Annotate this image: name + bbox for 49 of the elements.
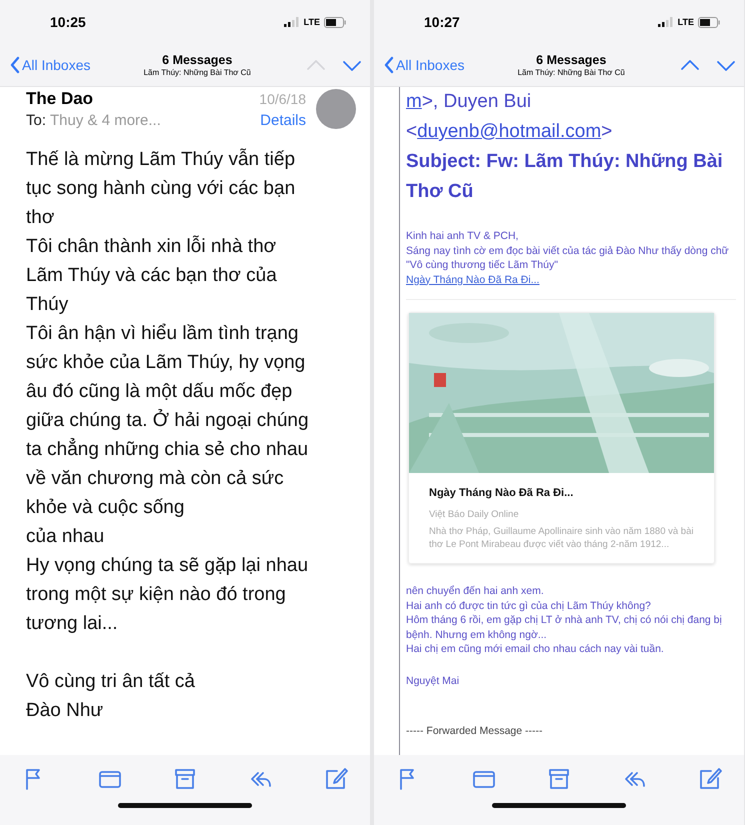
compose-button[interactable] — [324, 767, 348, 791]
email-link[interactable]: duyenb@hotmail.com — [417, 121, 602, 142]
email-text: nên chuyển đến hai anh xem. Hai anh có được tin tức gì của chị Lãm Thúy không? Hôm tháng 6 rồi, em gặp chị LT ở nhà anh TV, chị có nói chị đang bị bệnh. Nhưng em không ngờ... Hai chị em cũng mới email cho nhau cách nay vài tuần. — [406, 584, 723, 656]
archive-button[interactable] — [173, 767, 197, 791]
subject-line: Subject: Fw: Lãm Thúy: Những Bài Thơ Cũ — [406, 150, 724, 204]
preview-title: Ngày Tháng Nào Đã Ra Đi... — [429, 487, 574, 499]
sender-name: The Dao — [26, 89, 94, 109]
chevron-up-icon — [680, 57, 700, 73]
address-text: >, Duyen Bui — [422, 91, 532, 112]
compose-button[interactable] — [698, 767, 722, 791]
thread-subject: Lãm Thúy: Những Bài Thơ Cũ — [518, 68, 625, 77]
avatar-icon — [316, 89, 356, 129]
details-link[interactable]: Details — [260, 112, 306, 129]
message-paragraph: Vô cùng tri ân tất cả Đào Như — [26, 670, 196, 723]
thread-title: 6 Messages — [162, 53, 232, 67]
back-chevron-icon — [384, 56, 394, 74]
thread-title: 6 Messages — [536, 53, 606, 67]
signal-icon — [658, 17, 674, 27]
archive-icon — [173, 767, 197, 791]
recipients: Thuy & 4 more... — [50, 112, 161, 129]
chevron-up-icon — [306, 57, 326, 73]
status-time: 10:25 — [50, 14, 86, 30]
back-button[interactable]: All Inboxes — [384, 56, 464, 74]
network-label: LTE — [304, 17, 320, 27]
message-paragraph: Thế là mừng Lãm Thúy vẫn tiếp tục song hành cùng với các bạn thơ Tôi chân thành xin lỗi nhà thơ Lãm Thúy và các bạn thơ của Thúy Tôi ân hận vì hiểu lầm tình trạng sức khỏe của Lãm Thúy, hy vọng âu đó cũng là một dấu mốc đẹp giữa chúng ta. Ở hải ngoại chúng ta chẳng những chia sẻ cho nhau về văn chương mà còn cả sức khỏe và cuộc sống của nhau Hy vọng chúng ta sẽ gặp lại nhau trong một sự kiện nào đó trong tương lai... — [26, 148, 310, 636]
address-text: < — [406, 121, 418, 142]
preview-source: Việt Báo Daily Online — [429, 509, 520, 520]
archive-button[interactable] — [547, 767, 571, 791]
back-button[interactable]: All Inboxes — [10, 56, 90, 74]
email-link[interactable]: m — [406, 91, 422, 112]
network-label: LTE — [678, 17, 694, 27]
address-text: > — [601, 121, 612, 142]
link-preview-card[interactable]: Ngày Tháng Nào Đã Ra Đi... Việt Báo Daily Online Nhà thơ Pháp, Guillaume Apollinaire sinh vào năm 1880 và bài thơ Le Pont Mirabeau được viết vào tháng 2-năm 1912... — [408, 312, 715, 564]
preview-description: Nhà thơ Pháp, Guillaume Apollinaire sinh vào năm 1880 và bài thơ Le Pont Mirabeau được viết vào tháng 2-năm 1912... — [429, 525, 694, 551]
email-text: Kinh hai anh TV & PCH, Sáng nay tình cờ em đọc bài viết của tác giả Đào Như thấy dòng chữ "Vô cùng thương tiếc Lãm Thúy" — [406, 229, 730, 272]
signal-icon — [284, 17, 300, 27]
compose-icon — [324, 767, 348, 791]
signature: Nguyệt Mai — [406, 674, 460, 686]
back-chevron-icon — [10, 56, 20, 74]
message-date: 10/6/18 — [259, 91, 306, 107]
compose-icon — [698, 767, 722, 791]
battery-icon — [324, 16, 346, 28]
status-time: 10:27 — [424, 14, 460, 30]
battery-icon — [698, 16, 720, 28]
to-label: To: — [26, 112, 46, 129]
archive-icon — [547, 767, 571, 791]
forwarded-header: ----- Forwarded Message ----- — [406, 724, 544, 736]
thread-subject: Lãm Thúy: Những Bài Thơ Cũ — [144, 68, 251, 77]
article-link[interactable]: Ngày Tháng Nào Đã Ra Đi... — [406, 272, 736, 300]
